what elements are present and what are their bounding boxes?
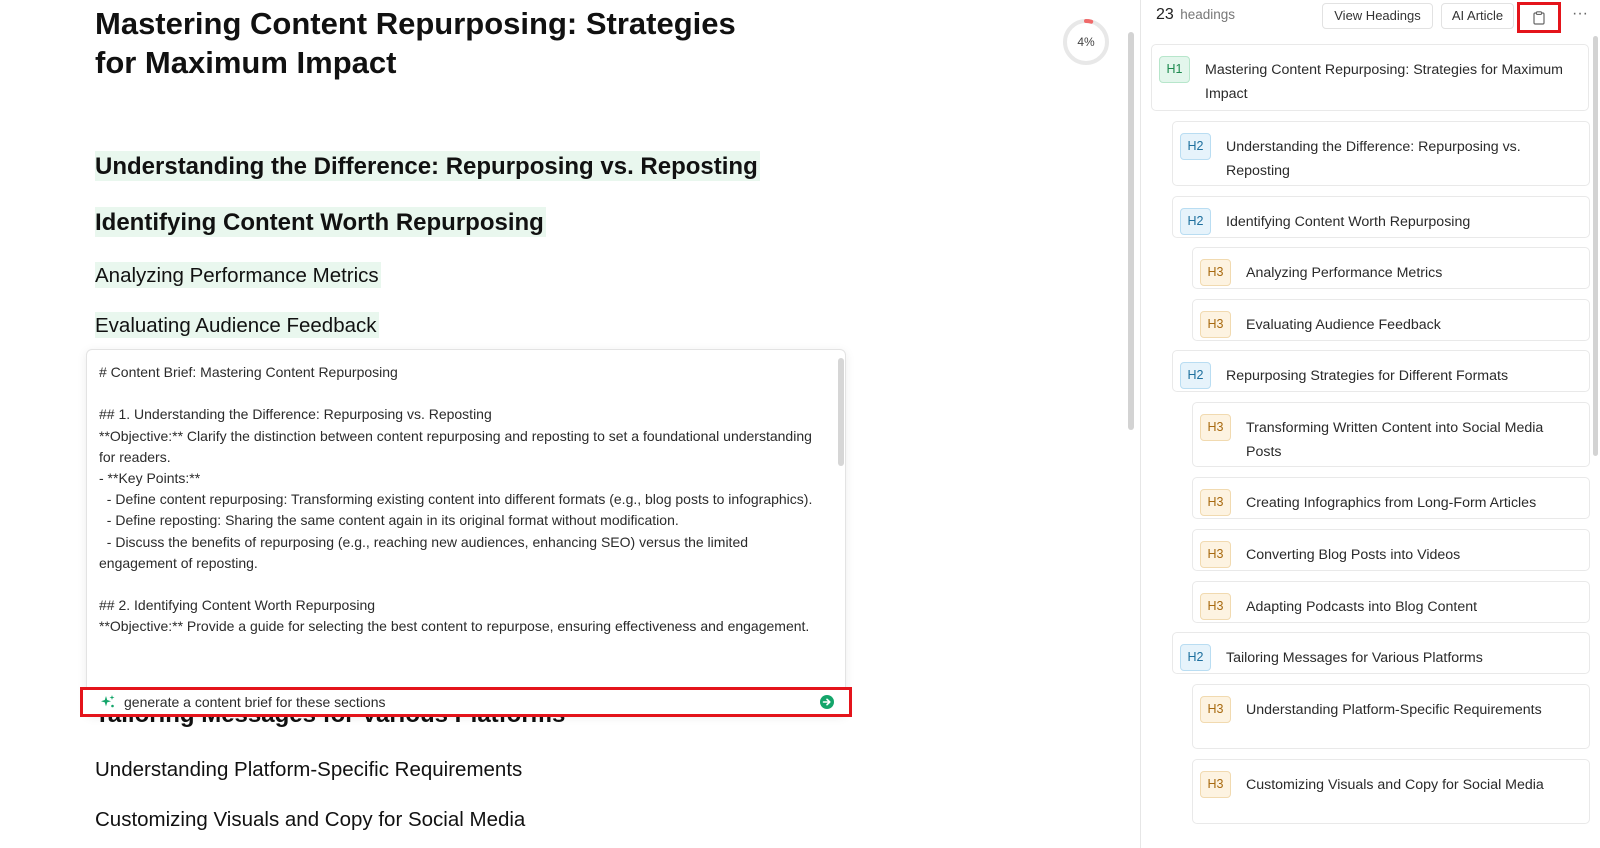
ai-article-button[interactable]: AI Article	[1441, 3, 1514, 29]
outline-item-h3[interactable]: H3 Evaluating Audience Feedback	[1192, 299, 1590, 341]
outline-item-label: Identifying Content Worth Repurposing	[1226, 214, 1471, 230]
outline-item-label: Transforming Written Content into Social…	[1246, 420, 1544, 460]
heading-level-badge: H3	[1200, 311, 1231, 338]
outline-item-h3[interactable]: H3 Customizing Visuals and Copy for Socia…	[1192, 759, 1590, 824]
heading-h3[interactable]: Customizing Visuals and Copy for Social …	[95, 808, 525, 832]
outline-item-h3[interactable]: H3 Understanding Platform-Specific Requir…	[1192, 684, 1590, 749]
heading-text: Understanding the Difference: Repurposin…	[95, 151, 760, 181]
heading-h2[interactable]: Understanding the Difference: Repurposin…	[95, 151, 760, 181]
heading-h3[interactable]: Understanding Platform-Specific Requirem…	[95, 758, 522, 782]
heading-level-badge: H3	[1200, 414, 1231, 441]
document-title[interactable]: Mastering Content Repurposing: Strategie…	[95, 4, 775, 82]
heading-h2[interactable]: Identifying Content Worth Repurposing	[95, 207, 546, 237]
headings-count-number: 23	[1156, 6, 1174, 23]
editor-area[interactable]: Mastering Content Repurposing: Strategie…	[0, 0, 1140, 848]
outline-item-h2[interactable]: H2 Tailoring Messages for Various Platfor…	[1172, 632, 1590, 674]
heading-text: Identifying Content Worth Repurposing	[95, 207, 546, 237]
outline-item-label: Analyzing Performance Metrics	[1246, 265, 1443, 281]
heading-text: Evaluating Audience Feedback	[95, 312, 379, 338]
panel-scrollbar[interactable]	[1593, 36, 1598, 456]
content-brief-popup[interactable]: # Content Brief: Mastering Content Repur…	[86, 349, 846, 715]
more-options-button[interactable]: ···	[1568, 4, 1592, 28]
outline-item-h3[interactable]: H3 Analyzing Performance Metrics	[1192, 247, 1590, 289]
outline-item-label: Mastering Content Repurposing: Strategie…	[1205, 62, 1563, 102]
sparkle-icon	[101, 695, 115, 708]
editor-scrollbar[interactable]	[1128, 32, 1134, 430]
outline-item-h3[interactable]: H3 Adapting Podcasts into Blog Content	[1192, 581, 1590, 623]
outline-item-label: Converting Blog Posts into Videos	[1246, 547, 1461, 563]
clipboard-icon	[1533, 11, 1545, 25]
progress-ring: 4%	[1061, 17, 1111, 67]
heading-level-badge: H2	[1180, 208, 1211, 235]
heading-level-badge: H3	[1200, 541, 1231, 568]
heading-h3[interactable]: Analyzing Performance Metrics	[95, 262, 381, 288]
outline-item-label: Creating Infographics from Long-Form Art…	[1246, 495, 1537, 511]
view-headings-button[interactable]: View Headings	[1322, 3, 1433, 29]
outline-item-label: Customizing Visuals and Copy for Social …	[1246, 777, 1544, 793]
heading-level-badge: H3	[1200, 489, 1231, 516]
headings-panel: 23 headings View Headings AI Article ···…	[1141, 0, 1600, 848]
progress-percent: 4%	[1077, 35, 1095, 49]
outline-item-label: Understanding Platform-Specific Requirem…	[1246, 702, 1542, 718]
heading-level-badge: H1	[1159, 56, 1190, 83]
outline-item-label: Adapting Podcasts into Blog Content	[1246, 599, 1478, 615]
brief-scrollbar[interactable]	[838, 358, 844, 466]
copy-headings-button[interactable]	[1517, 2, 1561, 33]
heading-level-badge: H2	[1180, 644, 1211, 671]
outline-item-h1[interactable]: H1 Mastering Content Repurposing: Strateg…	[1151, 44, 1589, 111]
heading-level-badge: H2	[1180, 362, 1211, 389]
heading-h3[interactable]: Evaluating Audience Feedback	[95, 312, 379, 338]
heading-text: Customizing Visuals and Copy for Social …	[95, 808, 526, 831]
outline-item-label: Repurposing Strategies for Different For…	[1226, 368, 1509, 384]
heading-text: Understanding Platform-Specific Requirem…	[95, 758, 523, 781]
heading-level-badge: H3	[1200, 696, 1231, 723]
prompt-input[interactable]: generate a content brief for these secti…	[124, 694, 386, 710]
outline-item-h2[interactable]: H2 Understanding the Difference: Repurpos…	[1172, 121, 1590, 186]
outline-item-label: Understanding the Difference: Repurposin…	[1226, 139, 1521, 179]
outline-item-h3[interactable]: H3 Converting Blog Posts into Videos	[1192, 529, 1590, 571]
content-brief-text[interactable]: # Content Brief: Mastering Content Repur…	[99, 362, 814, 638]
outline-item-h2[interactable]: H2 Identifying Content Worth Repurposing	[1172, 196, 1590, 238]
heading-text: Analyzing Performance Metrics	[95, 262, 381, 288]
outline-item-h3[interactable]: H3 Transforming Written Content into Soci…	[1192, 402, 1590, 467]
outline-item-h2[interactable]: H2 Repurposing Strategies for Different F…	[1172, 350, 1590, 392]
heading-level-badge: H3	[1200, 593, 1231, 620]
outline-item-label: Tailoring Messages for Various Platforms	[1226, 650, 1483, 666]
headings-count: 23 headings	[1156, 6, 1235, 24]
heading-level-badge: H3	[1200, 771, 1231, 798]
headings-count-label: headings	[1180, 7, 1236, 22]
ai-prompt-bar[interactable]: generate a content brief for these secti…	[80, 687, 852, 717]
heading-level-badge: H2	[1180, 133, 1211, 160]
outline-item-label: Evaluating Audience Feedback	[1246, 317, 1441, 333]
outline-item-h3[interactable]: H3 Creating Infographics from Long-Form A…	[1192, 477, 1590, 519]
arrow-right-circle-icon[interactable]	[819, 694, 835, 710]
heading-level-badge: H3	[1200, 259, 1231, 286]
